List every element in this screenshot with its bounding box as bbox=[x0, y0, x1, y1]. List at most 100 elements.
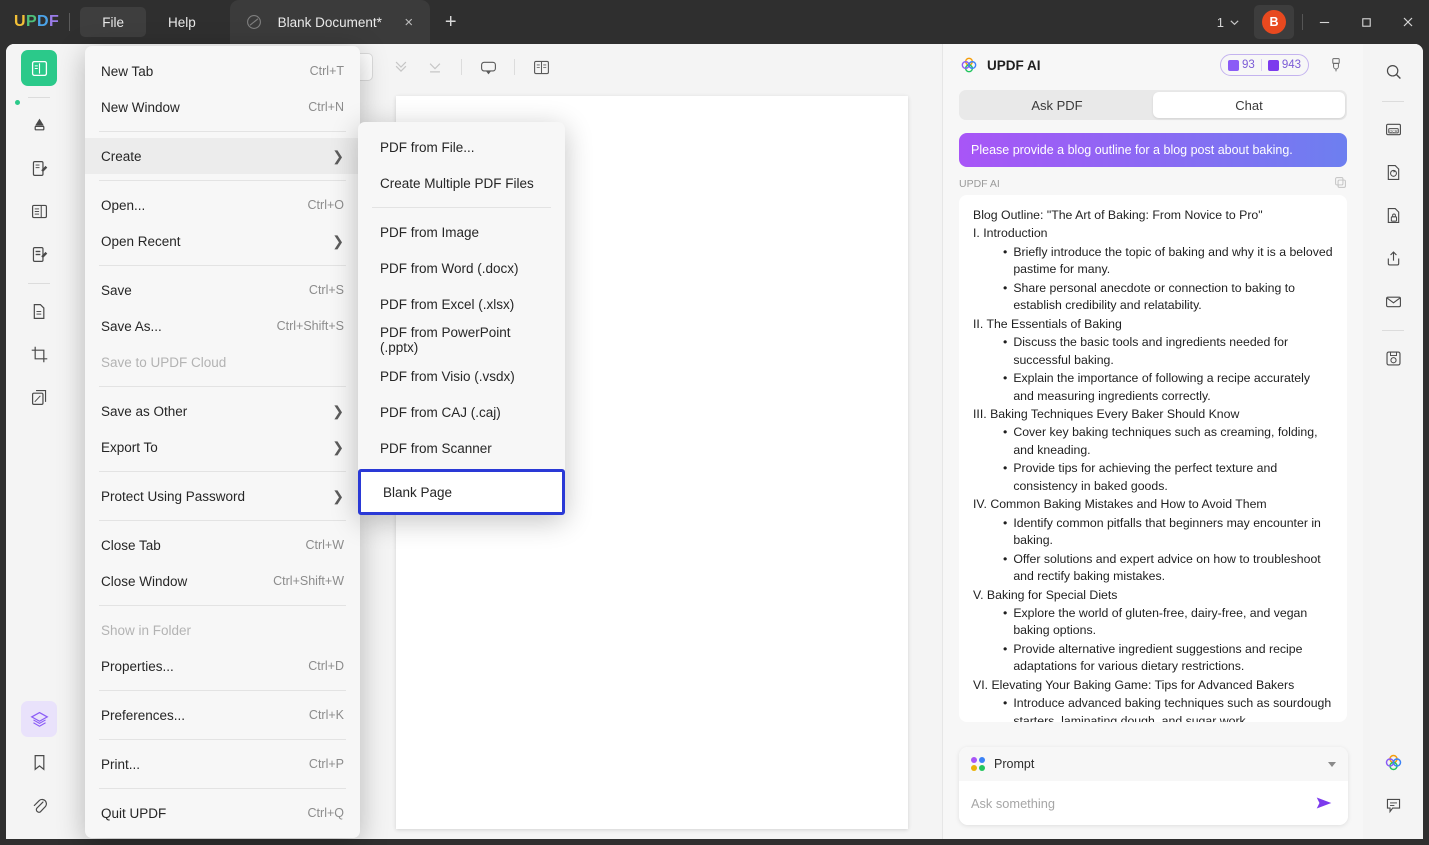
send-button[interactable] bbox=[1312, 791, 1336, 815]
sidebar-item-ocr[interactable]: OCR bbox=[1375, 111, 1411, 147]
menu-item-open[interactable]: Open... Ctrl+O bbox=[85, 187, 360, 223]
sidebar-item-protect[interactable] bbox=[1375, 197, 1411, 233]
submenu-item-create-multiple-pdf-files[interactable]: Create Multiple PDF Files bbox=[358, 165, 565, 201]
minimize-button[interactable] bbox=[1303, 0, 1345, 44]
chevron-right-icon: ❯ bbox=[332, 403, 344, 419]
menu-item-label: Properties... bbox=[101, 658, 174, 674]
submenu-item-pdf-from-powerpoint-pptx[interactable]: PDF from PowerPoint (.pptx) bbox=[358, 322, 565, 358]
menu-item-preferences[interactable]: Preferences... Ctrl+K bbox=[85, 697, 360, 733]
submenu-item-blank-page[interactable]: Blank Page bbox=[358, 469, 565, 515]
submenu-item-pdf-from-image[interactable]: PDF from Image bbox=[358, 214, 565, 250]
menu-item-label: Create bbox=[101, 148, 142, 164]
menu-item-show-in-folder: Show in Folder bbox=[85, 612, 360, 648]
bullet-marker: • bbox=[1003, 335, 1008, 350]
chevron-right-icon: ❯ bbox=[332, 439, 344, 455]
menu-item-save-as[interactable]: Save As... Ctrl+Shift+S bbox=[85, 308, 360, 344]
view-mode-button[interactable] bbox=[525, 51, 557, 83]
sidebar-item-edit-pdf[interactable] bbox=[21, 150, 57, 186]
close-button[interactable] bbox=[1387, 0, 1429, 44]
sidebar-item-reader[interactable] bbox=[21, 50, 57, 86]
menu-item-shortcut: Ctrl+T bbox=[309, 64, 344, 78]
menu-item-label: Export To bbox=[101, 439, 158, 455]
tab-chat[interactable]: Chat bbox=[1153, 92, 1345, 118]
dot-1 bbox=[979, 757, 985, 763]
sidebar-item-organize-pages[interactable] bbox=[21, 293, 57, 329]
menu-help[interactable]: Help bbox=[146, 7, 218, 37]
bullet-marker: • bbox=[1003, 244, 1008, 259]
sidebar-item-search[interactable] bbox=[1375, 54, 1411, 90]
sidebar-item-page-tools[interactable] bbox=[21, 193, 57, 229]
file-menu: New Tab Ctrl+T New Window Ctrl+N Create ❯ Open… bbox=[85, 46, 360, 838]
response-bullet: • Discuss the basic tools and ingredients… bbox=[973, 334, 1333, 369]
menu-item-new-tab[interactable]: New Tab Ctrl+T bbox=[85, 53, 360, 89]
submenu-item-pdf-from-excel-xlsx[interactable]: PDF from Excel (.xlsx) bbox=[358, 286, 565, 322]
prompt-input[interactable] bbox=[971, 795, 1312, 811]
prompt-mode-selector[interactable]: Prompt bbox=[959, 747, 1348, 781]
sidebar-item-compress[interactable] bbox=[1375, 340, 1411, 376]
menu-item-open-recent[interactable]: Open Recent ❯ bbox=[85, 223, 360, 259]
submenu-item-pdf-from-visio-vsdx[interactable]: PDF from Visio (.vsdx) bbox=[358, 358, 565, 394]
menu-file[interactable]: File bbox=[80, 7, 146, 37]
bullet-text: Offer solutions and expert advice on how… bbox=[1013, 551, 1321, 584]
sidebar-item-share[interactable] bbox=[1375, 240, 1411, 276]
sidebar-item-annotate[interactable] bbox=[21, 107, 57, 143]
sidebar-item-updf-ai[interactable] bbox=[1375, 744, 1411, 780]
menu-item-create[interactable]: Create ❯ bbox=[85, 138, 360, 174]
sidebar-item-comments[interactable] bbox=[1375, 787, 1411, 823]
submenu-item-pdf-from-scanner[interactable]: PDF from Scanner bbox=[358, 430, 565, 466]
menu-item-label: Quit UPDF bbox=[101, 805, 167, 821]
brush-icon bbox=[1332, 58, 1340, 72]
submenu-item-pdf-from-word-docx[interactable]: PDF from Word (.docx) bbox=[358, 250, 565, 286]
menu-item-close-tab[interactable]: Close Tab Ctrl+W bbox=[85, 527, 360, 563]
ai-credits-badge[interactable]: 93 943 bbox=[1220, 54, 1309, 76]
bullet-text: Identify common pitfalls that beginners … bbox=[1013, 515, 1321, 548]
account-selector[interactable]: 1 bbox=[1211, 15, 1246, 30]
updf-window: U P D F File Help Blank Document* × + 1 bbox=[0, 0, 1429, 845]
tab-ask-pdf[interactable]: Ask PDF bbox=[961, 92, 1153, 118]
response-section-title: V. Baking for Special Diets bbox=[973, 587, 1118, 602]
sidebar-item-batch[interactable] bbox=[21, 379, 57, 415]
menu-separator bbox=[99, 739, 346, 740]
bullet-marker: • bbox=[1003, 280, 1008, 295]
menu-item-properties[interactable]: Properties... Ctrl+D bbox=[85, 648, 360, 684]
copy-response-button[interactable] bbox=[1334, 176, 1347, 192]
menu-item-save[interactable]: Save Ctrl+S bbox=[85, 272, 360, 308]
chevron-down-icon[interactable] bbox=[1328, 761, 1336, 767]
copy-icon bbox=[1335, 177, 1346, 188]
sidebar-item-form[interactable] bbox=[21, 236, 57, 272]
submenu-item-pdf-from-file[interactable]: PDF from File... bbox=[358, 129, 565, 165]
chevron-right-icon: ❯ bbox=[332, 488, 344, 504]
maximize-button[interactable] bbox=[1345, 0, 1387, 44]
svg-text:OCR: OCR bbox=[1389, 129, 1397, 133]
search-icon bbox=[1386, 64, 1401, 79]
updf-ai-icon bbox=[961, 57, 977, 73]
clear-chat-button[interactable] bbox=[1323, 52, 1349, 78]
bullet-text: Introduce advanced baking techniques suc… bbox=[1013, 696, 1332, 722]
menu-item-quit-updf[interactable]: Quit UPDF Ctrl+Q bbox=[85, 795, 360, 831]
next-page-button[interactable] bbox=[385, 51, 417, 83]
menu-item-new-window[interactable]: New Window Ctrl+N bbox=[85, 89, 360, 125]
sidebar-item-convert[interactable] bbox=[1375, 154, 1411, 190]
sidebar-item-crop[interactable] bbox=[21, 336, 57, 372]
presentation-button[interactable] bbox=[472, 51, 504, 83]
menu-item-close-window[interactable]: Close Window Ctrl+Shift+W bbox=[85, 563, 360, 599]
sidebar-item-bookmarks[interactable] bbox=[21, 744, 57, 780]
last-page-button[interactable] bbox=[419, 51, 451, 83]
menu-item-export-to[interactable]: Export To ❯ bbox=[85, 429, 360, 465]
logo-letter-p: P bbox=[25, 13, 38, 30]
sidebar-item-email[interactable] bbox=[1375, 283, 1411, 319]
menu-item-protect-using-password[interactable]: Protect Using Password ❯ bbox=[85, 478, 360, 514]
bullet-text: Share personal anecdote or connection to… bbox=[1013, 280, 1295, 313]
menu-item-print[interactable]: Print... Ctrl+P bbox=[85, 746, 360, 782]
menu-item-shortcut: Ctrl+Shift+S bbox=[276, 319, 344, 333]
menu-separator bbox=[99, 605, 346, 606]
sidebar-item-attachments[interactable] bbox=[21, 787, 57, 823]
new-tab-icon[interactable]: + bbox=[436, 7, 466, 37]
tab-close-icon[interactable]: × bbox=[398, 11, 420, 33]
avatar-button[interactable]: B bbox=[1254, 5, 1294, 39]
titlebar-right: 1 B bbox=[1211, 0, 1429, 44]
document-tab[interactable]: Blank Document* × bbox=[229, 0, 430, 44]
submenu-item-pdf-from-caj-caj[interactable]: PDF from CAJ (.caj) bbox=[358, 394, 565, 430]
sidebar-item-layers[interactable] bbox=[21, 701, 57, 737]
menu-item-save-as-other[interactable]: Save as Other ❯ bbox=[85, 393, 360, 429]
